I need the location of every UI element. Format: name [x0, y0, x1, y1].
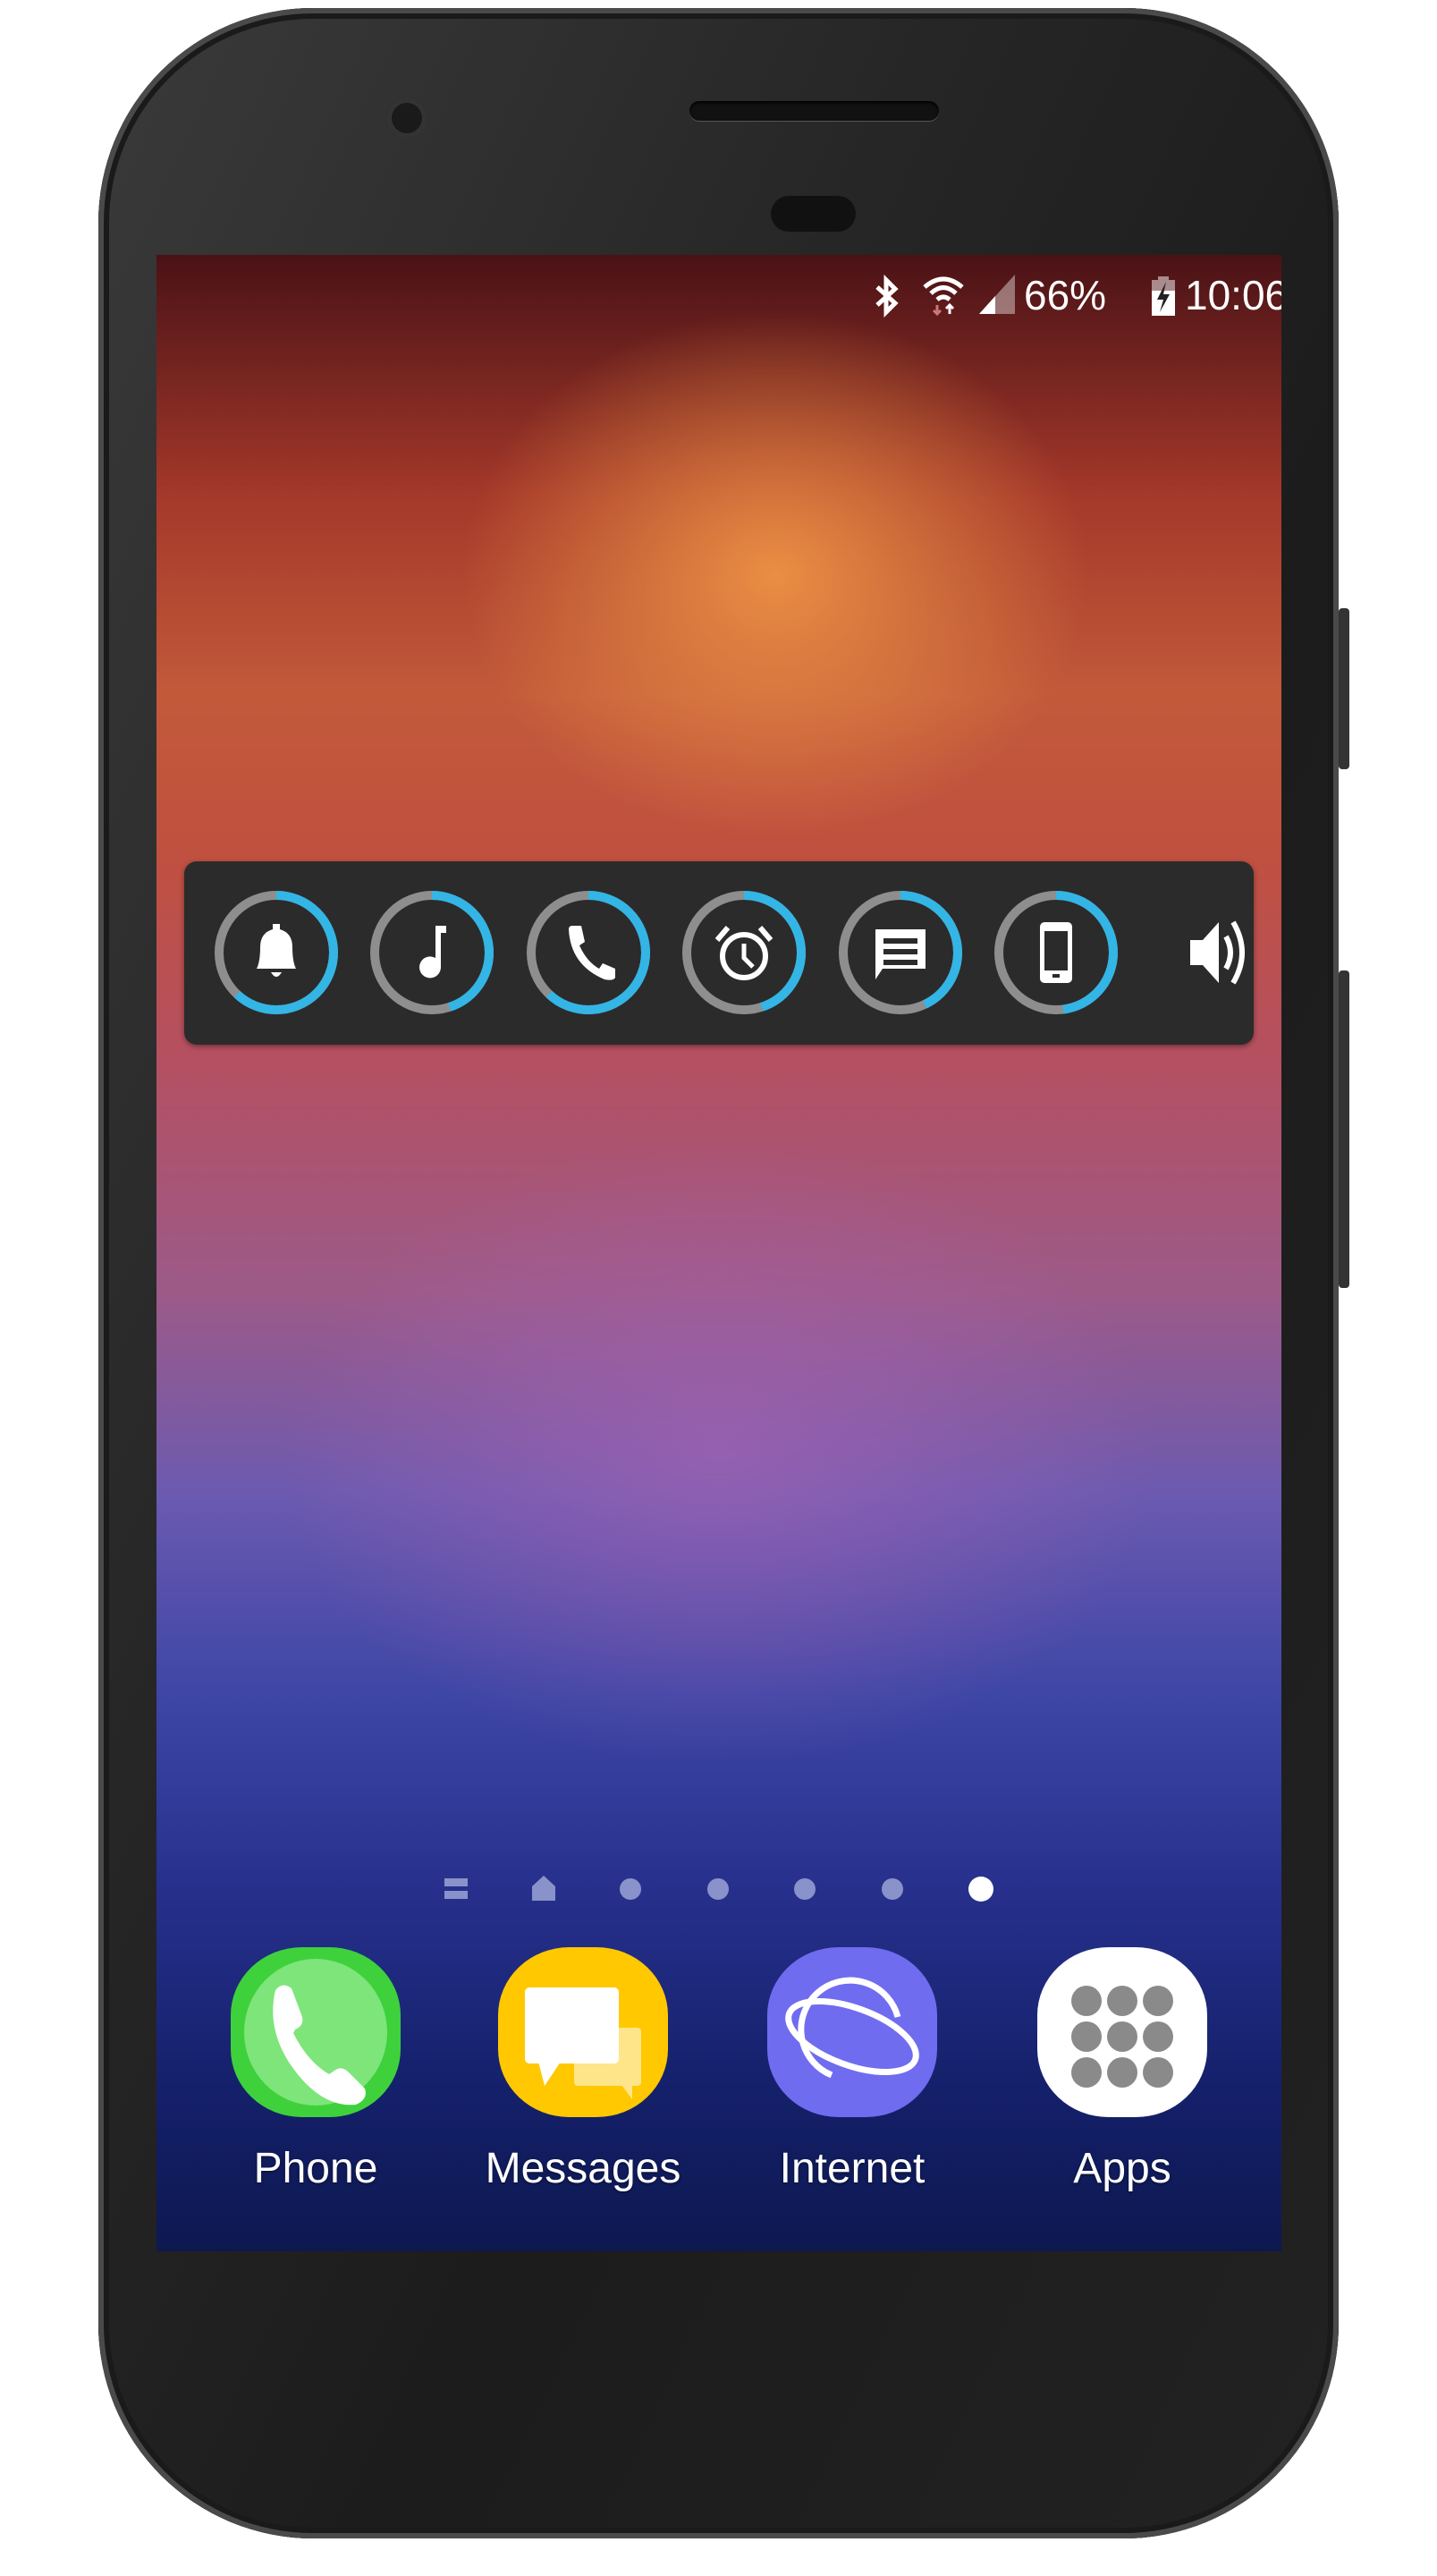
music-note-icon	[419, 926, 446, 979]
phone-app-icon	[231, 1947, 401, 2117]
message-icon	[875, 929, 926, 979]
messages-app-icon	[498, 1947, 668, 2117]
page-dot-active[interactable]	[968, 1877, 993, 1902]
home-screen: 66% 10:06 Phone Messages Internet Apps	[156, 255, 1281, 2251]
volume-slider-media[interactable]	[370, 891, 494, 1014]
volume-slider-alarm[interactable]	[682, 891, 806, 1014]
bluetooth-icon	[875, 275, 899, 318]
status-bar: 66% 10:06	[156, 255, 1281, 335]
apps-grid-icon	[1037, 1947, 1207, 2117]
battery-charging-icon	[1152, 276, 1175, 316]
alarm-clock-icon	[714, 926, 773, 980]
volume-slider-system[interactable]	[994, 891, 1118, 1014]
dock-label: Internet	[779, 2145, 926, 2192]
dock-label: Apps	[1073, 2145, 1171, 2192]
front-camera	[386, 97, 427, 139]
bell-icon	[257, 924, 296, 977]
volume-sliders	[215, 891, 1245, 1014]
power-button	[1339, 608, 1349, 769]
speaker-icon[interactable]	[1190, 920, 1245, 985]
page-list-icon[interactable]	[443, 1876, 469, 1902]
dock-app-internet[interactable]: Internet	[736, 1947, 968, 2193]
volume-slider-message[interactable]	[839, 891, 962, 1014]
wifi-icon	[923, 276, 964, 317]
battery-percent: 66%	[1024, 272, 1107, 318]
phone-icon	[569, 926, 615, 980]
dock-label: Messages	[485, 2145, 681, 2192]
page-dot[interactable]	[882, 1878, 903, 1900]
dock-app-messages[interactable]: Messages	[467, 1947, 699, 2193]
dock-app-phone[interactable]: Phone	[199, 1947, 432, 2193]
page-dot[interactable]	[620, 1878, 641, 1900]
clock: 10:06	[1185, 272, 1281, 318]
home-page-icon[interactable]	[530, 1876, 557, 1902]
cell-signal-icon	[979, 275, 1015, 314]
smartphone-icon	[1040, 922, 1072, 983]
page-dot[interactable]	[707, 1878, 729, 1900]
earpiece	[689, 101, 939, 121]
dock-app-apps[interactable]: Apps	[1006, 1947, 1238, 2193]
volume-rocker	[1339, 970, 1349, 1288]
proximity-sensor	[771, 196, 856, 232]
page-indicator	[156, 1876, 1281, 1902]
dock-label: Phone	[253, 2145, 378, 2192]
volume-slider-ringtone[interactable]	[527, 891, 650, 1014]
volume-widget	[184, 861, 1254, 1045]
internet-app-icon	[767, 1947, 937, 2117]
volume-slider-notification[interactable]	[215, 891, 338, 1014]
page-dot[interactable]	[794, 1878, 816, 1900]
